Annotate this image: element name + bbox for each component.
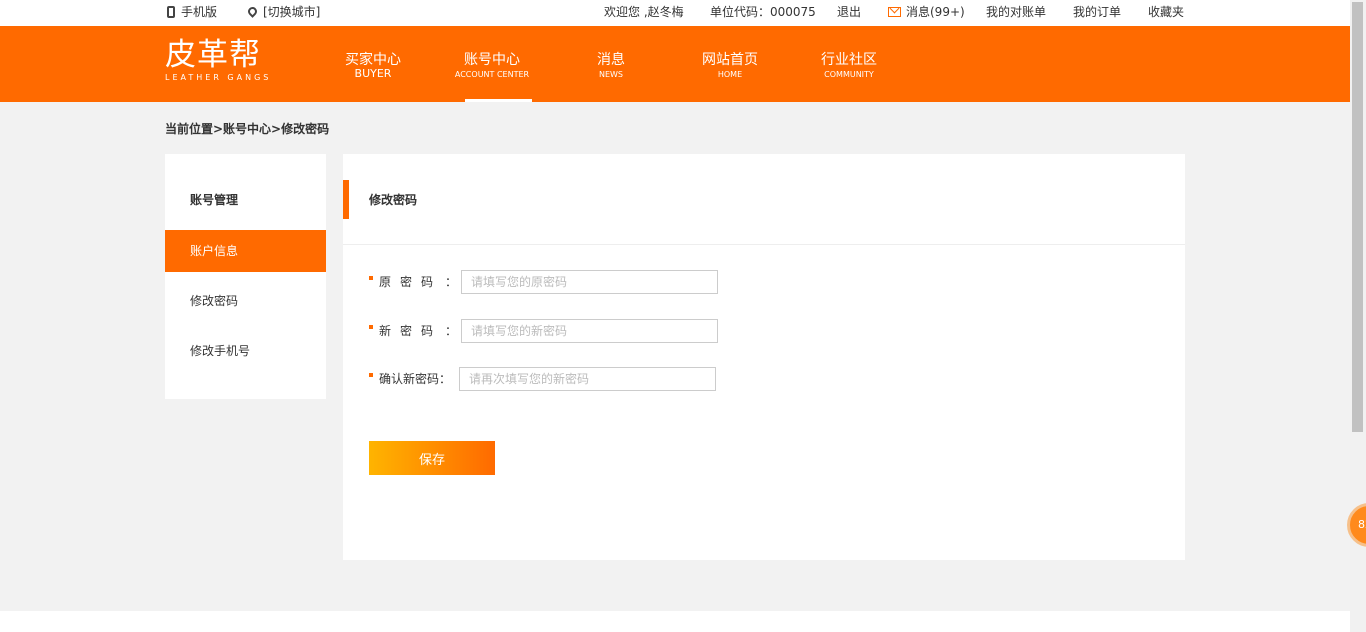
nav-home[interactable]: 网站首页 HOME bbox=[670, 52, 790, 82]
my-statement-link[interactable]: 我的对账单 bbox=[986, 5, 1046, 19]
title-accent-bar bbox=[343, 180, 349, 219]
location-pin-icon bbox=[246, 5, 259, 18]
confirm-password-input[interactable] bbox=[459, 367, 716, 391]
nav-label: 行业社区 bbox=[821, 52, 877, 68]
logout-link[interactable]: 退出 bbox=[837, 5, 861, 19]
nav-sublabel: NEWS bbox=[598, 70, 624, 79]
phone-icon bbox=[167, 6, 175, 18]
mobile-version-label: 手机版 bbox=[181, 5, 218, 19]
my-orders-link[interactable]: 我的订单 bbox=[1073, 5, 1121, 19]
logo-main-text: 皮革帮 bbox=[165, 37, 261, 73]
messages-label: 消息(99+) bbox=[906, 5, 965, 19]
required-bullet-icon bbox=[369, 276, 373, 280]
sidebar-item-account-info[interactable]: 账户信息 bbox=[165, 230, 326, 272]
divider bbox=[343, 244, 1185, 245]
unit-code-text: 单位代码：000075 bbox=[710, 5, 816, 19]
save-button[interactable]: 保存 bbox=[369, 441, 495, 475]
sidebar-item-change-password[interactable]: 修改密码 bbox=[165, 280, 326, 322]
nav-label: 买家中心 bbox=[345, 52, 401, 68]
footer bbox=[0, 611, 1350, 632]
nav-sublabel: COMMUNITY bbox=[824, 70, 874, 79]
favorites-link[interactable]: 收藏夹 bbox=[1148, 5, 1184, 19]
switch-city-link[interactable]: [切换城市] bbox=[246, 5, 321, 19]
messages-link[interactable]: 消息(99+) bbox=[888, 5, 965, 19]
nav-label: 消息 bbox=[597, 52, 625, 68]
required-bullet-icon bbox=[369, 325, 373, 329]
change-password-panel: 修改密码 原密码 ： 新密码 ： 确认新密码 ： 保存 bbox=[343, 154, 1185, 560]
mail-icon bbox=[888, 7, 901, 17]
nav-sublabel: BUYER bbox=[354, 67, 392, 80]
welcome-text: 欢迎您 ,赵冬梅 bbox=[604, 5, 684, 19]
label-colon: ： bbox=[445, 324, 458, 338]
logo-sub-text: LEATHER GANGS bbox=[165, 73, 272, 82]
sidebar-item-account-management[interactable]: 账号管理 bbox=[165, 179, 326, 221]
label-colon: ： bbox=[439, 372, 452, 386]
nav-label: 网站首页 bbox=[702, 52, 758, 68]
switch-city-label: [切换城市] bbox=[263, 5, 321, 19]
mobile-version-link[interactable]: 手机版 bbox=[167, 5, 217, 19]
new-password-label: 新密码 bbox=[379, 324, 443, 338]
nav-sublabel: HOME bbox=[717, 70, 743, 79]
new-password-input[interactable] bbox=[461, 319, 718, 343]
nav-sublabel: ACCOUNT CENTER bbox=[454, 70, 530, 79]
site-logo[interactable]: 皮革帮 LEATHER GANGS bbox=[165, 38, 271, 82]
old-password-input[interactable] bbox=[461, 270, 718, 294]
label-colon: ： bbox=[445, 275, 458, 289]
panel-title: 修改密码 bbox=[369, 193, 418, 207]
top-bar: 手机版 [切换城市] 欢迎您 ,赵冬梅 单位代码：000075 退出 消息(99… bbox=[0, 0, 1350, 26]
main-header: 皮革帮 LEATHER GANGS 买家中心 BUYER 账号中心 ACCOUN… bbox=[0, 26, 1350, 102]
sidebar-item-change-phone[interactable]: 修改手机号 bbox=[165, 330, 326, 372]
nav-community[interactable]: 行业社区 COMMUNITY bbox=[789, 52, 909, 82]
confirm-password-label: 确认新密码 bbox=[379, 372, 440, 386]
breadcrumb: 当前位置>账号中心>修改密码 bbox=[165, 122, 330, 136]
nav-account-center[interactable]: 账号中心 ACCOUNT CENTER bbox=[432, 52, 552, 102]
required-bullet-icon bbox=[369, 373, 373, 377]
old-password-label: 原密码 bbox=[379, 275, 443, 289]
nav-label: 账号中心 bbox=[464, 52, 520, 68]
nav-buyer-center[interactable]: 买家中心 BUYER bbox=[313, 52, 433, 80]
account-sidebar: 账号管理 账户信息 修改密码 修改手机号 bbox=[165, 154, 326, 399]
nav-news[interactable]: 消息 NEWS bbox=[551, 52, 671, 82]
scrollbar-thumb[interactable] bbox=[1352, 2, 1363, 432]
